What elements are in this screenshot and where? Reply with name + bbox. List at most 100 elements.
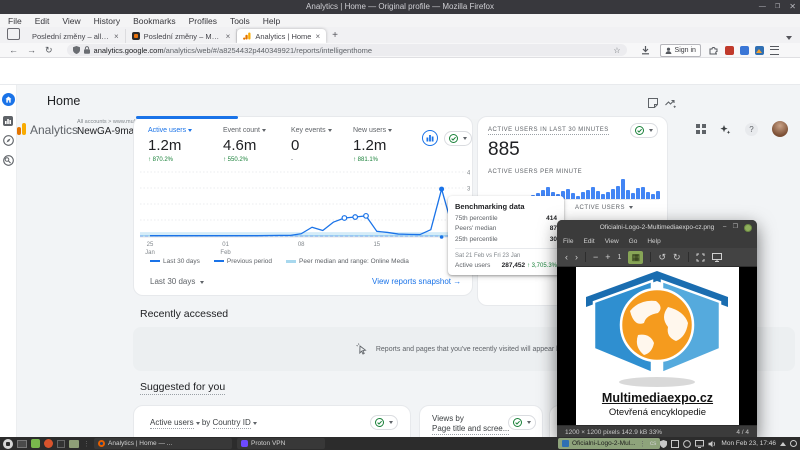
taskbar-button-firefox[interactable]: Analytics | Home — ... (94, 438, 232, 449)
show-hidden-icons-arrow[interactable] (780, 442, 786, 446)
benchmarking-button[interactable] (422, 130, 438, 146)
data-quality-dropdown[interactable] (630, 123, 658, 138)
normal-size-button[interactable]: 1 (618, 254, 622, 261)
viewer-menu-file[interactable]: File (563, 238, 573, 245)
fullscreen-icon[interactable] (696, 253, 705, 262)
tab-posledni-zmeny-1[interactable]: Poslední změny – allmultimedi × (26, 29, 126, 43)
insights-icon[interactable] (665, 98, 676, 108)
rotate-right-button[interactable]: ↻ (673, 252, 681, 263)
forward-button[interactable]: → (27, 45, 36, 55)
viewer-menu-edit[interactable]: Edit (583, 238, 594, 245)
viewer-menu-help[interactable]: Help (647, 238, 660, 245)
metric-active-users[interactable]: Active users 1.2m ↑ 870.2% (148, 127, 192, 163)
lock-icon[interactable] (84, 46, 90, 54)
data-quality-dropdown[interactable] (370, 415, 398, 430)
apps-grid-icon[interactable] (696, 124, 706, 134)
bluetooth-icon[interactable] (683, 440, 691, 448)
home-icon (5, 96, 12, 103)
extension-icon-red[interactable] (725, 46, 734, 55)
sidebar-item-advertising[interactable] (3, 155, 14, 166)
minimize-button[interactable]: — (759, 0, 766, 14)
date-range-dropdown[interactable]: Last 30 days (150, 277, 204, 286)
launcher-browser-icon[interactable] (44, 439, 53, 448)
avatar[interactable] (772, 121, 788, 137)
clock[interactable]: Mon Feb 23, 17:46 (721, 440, 776, 447)
reports-icon (3, 116, 13, 126)
sidebar-item-reports[interactable] (3, 115, 14, 126)
viewer-close-button[interactable] (744, 224, 752, 232)
show-desktop-icon[interactable] (790, 440, 797, 447)
tab-close-icon[interactable]: × (226, 32, 231, 41)
zoom-in-button[interactable]: + (605, 252, 610, 262)
download-icon[interactable] (641, 46, 650, 55)
menu-history[interactable]: History (94, 16, 120, 26)
menu-profiles[interactable]: Profiles (189, 16, 217, 26)
shield-icon[interactable] (73, 46, 80, 54)
legend-last-30-days[interactable]: Last 30 days (150, 258, 200, 265)
realtime-caption[interactable]: ACTIVE USERS (575, 205, 633, 211)
help-icon[interactable]: ? (745, 123, 758, 136)
mint-menu-button[interactable] (3, 439, 13, 449)
zoom-out-button[interactable]: − (593, 252, 598, 262)
close-button[interactable]: ✕ (789, 0, 796, 14)
extension-icon-blue[interactable] (740, 46, 749, 55)
tab-posledni-zmeny-2[interactable]: Poslední změny – Multimed × (126, 29, 238, 43)
view-reports-snapshot-link[interactable]: View reports snapshot → (372, 277, 461, 286)
launcher-screenshot-icon[interactable] (17, 440, 27, 448)
list-tabs-chevron-icon[interactable] (786, 36, 792, 40)
menu-view[interactable]: View (62, 16, 80, 26)
viewer-menu-view[interactable]: View (605, 238, 619, 245)
extensions-puzzle-icon[interactable] (709, 46, 718, 55)
next-image-button[interactable]: › (575, 252, 578, 262)
legend-peer-median[interactable]: Peer median and range: Online Media (286, 258, 409, 265)
new-tab-button[interactable]: + (332, 30, 338, 41)
sign-in-button[interactable]: Sign in (660, 44, 701, 57)
software-update-icon[interactable] (671, 440, 679, 448)
previous-image-button[interactable]: ‹ (565, 252, 568, 262)
best-fit-button[interactable]: ▦ (628, 251, 643, 264)
menu-file[interactable]: File (8, 16, 22, 26)
taskbar: ⋮ Analytics | Home — ... Proton VPN Ofic… (0, 437, 800, 450)
display-icon[interactable] (695, 440, 704, 448)
metric-event-count[interactable]: Event count 4.6m ↑ 550.2% (223, 127, 266, 163)
firefox-view-icon[interactable] (7, 28, 20, 40)
metric-new-users[interactable]: New users 1.2m ↑ 881.1% (353, 127, 392, 163)
viewer-maximize-button[interactable]: ❐ (733, 220, 738, 235)
viewer-canvas[interactable]: Multimediaexpo.cz Otevřená encyklopedie (557, 267, 757, 425)
launcher-terminal-icon[interactable] (57, 440, 65, 448)
sidebar-item-explore[interactable] (3, 135, 14, 146)
hamburger-menu-icon[interactable] (770, 46, 779, 55)
launcher-files-icon[interactable] (69, 440, 79, 448)
data-quality-dropdown[interactable] (508, 415, 536, 430)
launcher-editor-icon[interactable] (31, 439, 40, 448)
menu-edit[interactable]: Edit (35, 16, 50, 26)
maximize-button[interactable]: ❐ (775, 0, 780, 14)
menu-help[interactable]: Help (263, 16, 280, 26)
metric-key-events[interactable]: Key events 0 - (291, 127, 332, 163)
extension-icon-image[interactable] (755, 46, 764, 55)
menu-tools[interactable]: Tools (230, 16, 250, 26)
legend-previous-period[interactable]: Previous period (214, 258, 272, 265)
bookmark-star-icon[interactable]: ☆ (613, 46, 620, 55)
minute-bar (621, 179, 625, 199)
reload-button[interactable]: ↻ (45, 45, 53, 56)
menu-bookmarks[interactable]: Bookmarks (133, 16, 176, 26)
back-button[interactable]: ← (9, 45, 18, 55)
viewer-titlebar[interactable]: Oficialni-Logo-2-Multimediaexpo-cz.png −… (557, 220, 757, 235)
rotate-left-button[interactable]: ↺ (658, 252, 666, 263)
slideshow-icon[interactable] (712, 253, 722, 262)
viewer-menu-go[interactable]: Go (629, 238, 638, 245)
vpn-shield-icon[interactable] (660, 440, 667, 448)
volume-icon[interactable] (708, 440, 717, 448)
notes-icon[interactable] (648, 98, 658, 108)
sidebar-item-home[interactable] (2, 93, 15, 106)
keyboard-layout-indicator[interactable]: cs (650, 440, 657, 447)
tab-close-icon[interactable]: × (315, 32, 320, 41)
url-bar[interactable]: analytics.google.com/analytics/web/#/a82… (67, 44, 627, 56)
tab-close-icon[interactable]: × (114, 32, 119, 41)
tab-analytics-home[interactable]: Analytics | Home × (237, 29, 326, 43)
data-quality-dropdown[interactable] (444, 131, 472, 146)
viewer-minimize-button[interactable]: − (723, 220, 727, 235)
taskbar-button-protonvpn[interactable]: Proton VPN (237, 438, 325, 449)
gemini-sparkle-icon[interactable] (720, 124, 731, 135)
